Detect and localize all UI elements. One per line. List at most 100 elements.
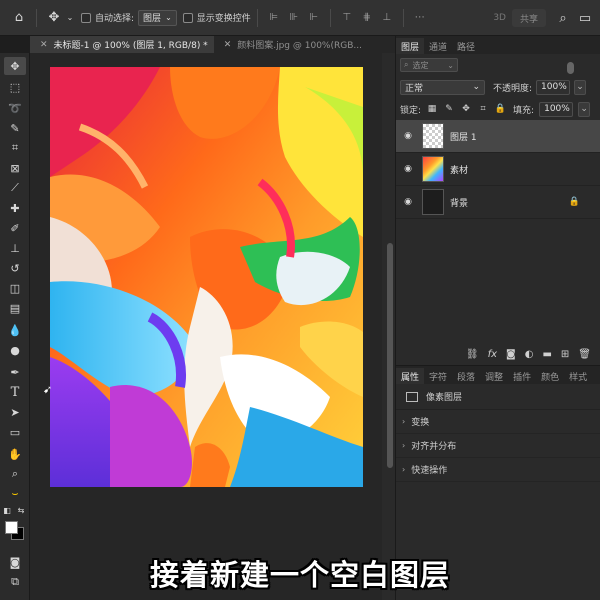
path-select-tool-icon[interactable]: ➤ <box>4 403 26 421</box>
layer-name[interactable]: 图层 1 <box>450 130 477 143</box>
auto-select-checkbox[interactable] <box>81 12 91 23</box>
visibility-eye-icon[interactable]: ◉ <box>396 164 420 174</box>
add-mask-icon[interactable]: ◙ <box>506 349 516 360</box>
more-options-icon[interactable]: ⋯ <box>412 10 428 26</box>
tab-adjustments[interactable]: 调整 <box>480 368 508 384</box>
clone-stamp-tool-icon[interactable]: ⊥ <box>4 239 26 257</box>
canvas-vertical-scrollbar[interactable] <box>382 53 395 600</box>
align-hcenter-icon[interactable]: ⊪ <box>286 10 302 26</box>
share-button[interactable]: 共享 <box>511 9 546 27</box>
tab-untitled-1[interactable]: ✕ 未标题-1 @ 100% (图层 1, RGB/8) * <box>30 36 214 53</box>
delete-layer-icon[interactable]: 🗑 <box>578 349 591 360</box>
move-tool-icon[interactable]: ✥ <box>4 57 26 75</box>
close-icon[interactable]: ✕ <box>40 40 48 50</box>
search-icon[interactable]: ⌕ <box>552 7 574 29</box>
brush-tool-icon[interactable]: ✐ <box>4 219 26 237</box>
pixel-layer-row: 像素图层 <box>396 384 600 410</box>
layer-filter-dropdown[interactable]: ⌕ 选定 ⌄ <box>400 58 458 72</box>
opacity-input[interactable]: 100% <box>536 79 571 95</box>
crop-tool-icon[interactable]: ⌗ <box>4 139 26 157</box>
layer-row-material[interactable]: ◉ 素材 <box>396 153 600 186</box>
history-brush-tool-icon[interactable]: ↺ <box>4 259 26 277</box>
chevron-down-icon[interactable]: ⌄ <box>574 79 587 95</box>
fill-label: 填充: <box>513 105 535 116</box>
tab-styles[interactable]: 样式 <box>564 368 592 384</box>
3d-mode-label[interactable]: 3D <box>493 13 506 23</box>
new-layer-icon[interactable]: ⊞ <box>561 349 569 360</box>
eraser-tool-icon[interactable]: ◫ <box>4 279 26 297</box>
marquee-tool-icon[interactable]: ⬚ <box>4 78 26 96</box>
lock-all-icon[interactable]: 🔒 <box>494 103 506 115</box>
close-icon[interactable]: ✕ <box>224 40 232 50</box>
rectangle-tool-icon[interactable]: ▭ <box>4 423 26 441</box>
section-transform[interactable]: › 变换 <box>396 410 600 434</box>
lock-artboard-icon[interactable]: ⌗ <box>477 103 489 115</box>
align-right-icon[interactable]: ⊩ <box>306 10 322 26</box>
gradient-tool-icon[interactable]: ▤ <box>4 299 26 317</box>
healing-brush-tool-icon[interactable]: ✚ <box>4 199 26 217</box>
scrollbar-thumb[interactable] <box>387 243 393 468</box>
section-quick-actions[interactable]: › 快速操作 <box>396 458 600 482</box>
canvas-document[interactable] <box>50 67 363 487</box>
align-bottom-icon[interactable]: ⊥ <box>379 10 395 26</box>
dodge-tool-icon[interactable]: ● <box>4 341 26 359</box>
move-tool-preset-icon[interactable]: ✥ <box>43 7 65 29</box>
more-tools-icon[interactable]: ⌣ <box>4 485 26 503</box>
fill-input[interactable]: 100% <box>539 101 574 117</box>
tab-properties[interactable]: 属性 <box>396 368 425 384</box>
layer-name[interactable]: 背景 <box>450 196 468 209</box>
chevron-right-icon: › <box>402 441 406 450</box>
lock-position-icon[interactable]: ✥ <box>460 103 472 115</box>
properties-panel-tabs: 属性 字符 段落 调整 插件 颜色 样式 <box>396 366 600 384</box>
canvas-area[interactable]: ➹ <box>30 53 382 600</box>
frame-tool-icon[interactable]: ⊠ <box>4 159 26 177</box>
fx-icon[interactable]: fx <box>488 349 497 360</box>
default-colors-icon[interactable]: ◧ <box>0 504 14 516</box>
layer-row-background[interactable]: ◉ 背景 🔒 <box>396 186 600 219</box>
section-label: 快速操作 <box>411 466 448 476</box>
tab-paint-pattern[interactable]: ✕ 颜料图案.jpg @ 100%(RGB... <box>214 36 368 53</box>
chevron-down-icon: ⌄ <box>472 82 480 92</box>
adjustment-layer-icon[interactable]: ◐ <box>525 349 534 360</box>
image-icon <box>406 391 418 402</box>
tab-paths[interactable]: 路径 <box>452 38 480 54</box>
eyedropper-tool-icon[interactable]: ⟋ <box>4 179 26 197</box>
blur-tool-icon[interactable]: 💧 <box>4 321 26 339</box>
link-layers-icon[interactable]: ⛓ <box>466 349 479 360</box>
home-icon[interactable]: ⌂ <box>8 7 30 29</box>
align-left-icon[interactable]: ⊫ <box>266 10 282 26</box>
pen-tool-icon[interactable]: ✒ <box>4 363 26 381</box>
visibility-eye-icon[interactable]: ◉ <box>396 131 420 141</box>
tab-layers[interactable]: 图层 <box>396 38 425 54</box>
align-vcenter-icon[interactable]: ⋕ <box>359 10 375 26</box>
filter-toggle-switch[interactable] <box>567 62 574 74</box>
tab-paragraph[interactable]: 段落 <box>452 368 480 384</box>
zoom-tool-icon[interactable]: ⌕ <box>4 465 26 483</box>
lasso-tool-icon[interactable]: ➰ <box>4 99 26 117</box>
chevron-down-icon[interactable]: ⌄ <box>578 101 591 117</box>
divider <box>402 8 404 27</box>
tab-character[interactable]: 字符 <box>424 368 452 384</box>
new-group-icon[interactable]: ▬ <box>542 349 551 360</box>
tab-color[interactable]: 颜色 <box>536 368 564 384</box>
align-top-icon[interactable]: ⊤ <box>339 10 355 26</box>
layer-thumbnail <box>422 189 444 215</box>
show-transform-checkbox[interactable] <box>182 12 193 23</box>
chevron-down-icon[interactable]: ⌄ <box>65 7 75 29</box>
lock-pixels-icon[interactable]: ✎ <box>443 103 455 115</box>
visibility-eye-icon[interactable]: ◉ <box>396 197 420 207</box>
swap-colors-icon[interactable]: ⇆ <box>14 504 28 516</box>
blend-mode-dropdown[interactable]: 正常 ⌄ <box>400 79 485 95</box>
auto-select-dropdown[interactable]: 图层 ⌄ <box>138 9 177 26</box>
hand-tool-icon[interactable]: ✋ <box>4 445 26 463</box>
quick-select-tool-icon[interactable]: ✎ <box>4 119 26 137</box>
foreground-color-swatch[interactable] <box>5 521 18 534</box>
section-align-distribute[interactable]: › 对齐并分布 <box>396 434 600 458</box>
workspace-icon[interactable]: ▭ <box>574 7 596 29</box>
tab-plugins[interactable]: 插件 <box>508 368 536 384</box>
lock-transparency-icon[interactable]: ▦ <box>426 103 438 115</box>
type-tool-icon[interactable]: T <box>4 383 26 401</box>
layer-row-layer-1[interactable]: ◉ 图层 1 <box>396 120 600 153</box>
tab-channels[interactable]: 通道 <box>424 38 452 54</box>
layer-name[interactable]: 素材 <box>450 163 468 176</box>
